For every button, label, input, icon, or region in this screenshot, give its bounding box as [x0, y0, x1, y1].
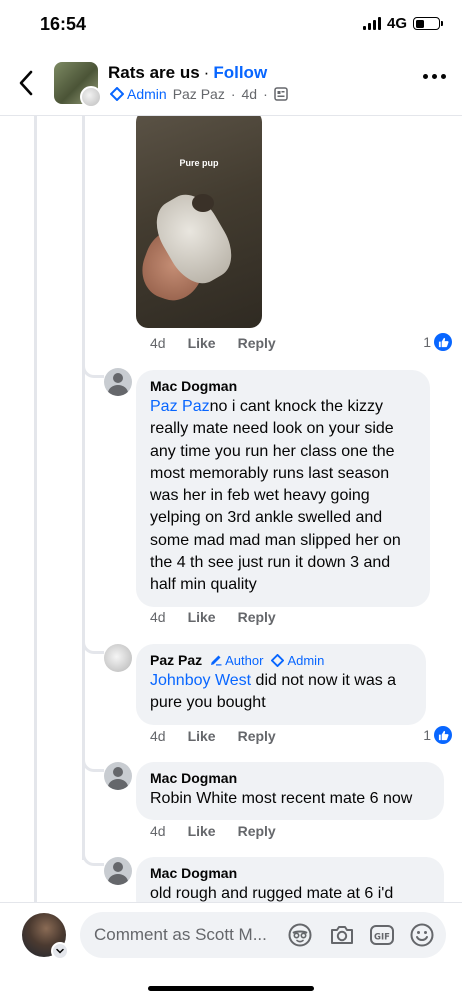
reply-button[interactable]: Reply: [238, 335, 276, 351]
network-label: 4G: [386, 15, 407, 32]
comment-time: 4d: [150, 728, 166, 744]
reply-thread-line: [82, 654, 85, 766]
pencil-icon: [211, 655, 222, 666]
avatar-sticker-icon[interactable]: [286, 921, 314, 949]
like-button[interactable]: Like: [188, 728, 216, 744]
comment-author[interactable]: Mac Dogman: [150, 770, 430, 786]
comment-body: old rough and rugged mate at 6 i'd: [150, 885, 394, 902]
like-reaction-icon: [434, 726, 452, 744]
back-button[interactable]: [14, 68, 40, 98]
post-header: Rats are us · Follow Admin Paz Paz · 4d ·: [0, 50, 462, 116]
comment-thread[interactable]: Pure pup 4d Like Reply 1 Mac Dogman Paz …: [0, 116, 462, 902]
reply-connector: [82, 362, 104, 378]
comment-author[interactable]: Mac Dogman: [150, 865, 430, 881]
poster-name[interactable]: Paz Paz: [173, 86, 225, 102]
reply-button[interactable]: Reply: [238, 609, 276, 625]
group-privacy-icon: [274, 87, 288, 101]
battery-icon: [413, 17, 443, 30]
reply-button[interactable]: Reply: [238, 728, 276, 744]
comment-input[interactable]: Comment as Scott M...: [94, 925, 284, 945]
reply-thread-line: [82, 116, 85, 378]
gif-icon[interactable]: GIF: [368, 921, 396, 949]
current-user-avatar[interactable]: [22, 913, 69, 960]
comment-text: Johnboy West did not now it was a pure y…: [150, 670, 412, 715]
like-reaction-icon: [434, 333, 452, 351]
admin-label: Admin: [127, 86, 167, 102]
admin-badge: Admin: [271, 653, 324, 668]
comment-body: Robin White most recent mate 6 now: [150, 790, 413, 807]
media-caption: Pure pup: [179, 158, 219, 168]
comment-text: Paz Pazno i cant knock the kizzy really …: [150, 396, 416, 597]
more-options-button[interactable]: [423, 74, 446, 79]
comment-actions: 4d Like Reply: [150, 335, 276, 351]
reaction-summary[interactable]: 1: [423, 726, 452, 744]
title-separator: ·: [203, 63, 210, 82]
mention-link[interactable]: Johnboy West: [150, 672, 251, 689]
home-indicator: [148, 986, 314, 991]
comment-body: no i cant knock the kizzy really mate ne…: [150, 398, 401, 594]
like-button[interactable]: Like: [188, 609, 216, 625]
comment-actions: 4d Like Reply: [150, 609, 276, 625]
comment-bubble[interactable]: Paz Paz Author Admin Johnboy West did no…: [136, 644, 426, 725]
author-tag-label: Author: [225, 652, 264, 668]
comment-actions: 4d Like Reply: [150, 823, 276, 839]
comment-author-row: Paz Paz Author Admin: [150, 652, 412, 668]
status-time: 16:54: [40, 14, 87, 34]
comment-composer: Comment as Scott M... GIF: [0, 902, 462, 999]
sub-dot: ·: [230, 86, 236, 102]
post-time: 4d: [241, 86, 258, 102]
like-button[interactable]: Like: [188, 823, 216, 839]
group-name[interactable]: Rats are us: [108, 63, 200, 82]
sub-dot-2: ·: [263, 86, 268, 102]
mention-link[interactable]: Paz Paz: [150, 398, 210, 415]
header-subtitle: Admin Paz Paz · 4d ·: [110, 86, 288, 102]
comment-time: 4d: [150, 823, 166, 839]
like-button[interactable]: Like: [188, 335, 216, 351]
reply-connector: [82, 850, 104, 866]
comment-time: 4d: [150, 335, 166, 351]
comment-author[interactable]: Mac Dogman: [150, 378, 416, 394]
comment-bubble[interactable]: Mac Dogman old rough and rugged mate at …: [136, 857, 444, 902]
comment-box[interactable]: Comment as Scott M... GIF: [80, 912, 446, 958]
emoji-icon[interactable]: [408, 921, 436, 949]
reaction-summary[interactable]: 1: [423, 333, 452, 351]
admin-diamond-icon: [271, 653, 285, 667]
author-badge: Author: [210, 653, 263, 668]
comment-author[interactable]: Paz Paz: [150, 652, 202, 668]
comment-bubble[interactable]: Mac Dogman Paz Pazno i cant knock the ki…: [136, 370, 430, 607]
status-indicators: 4G: [362, 15, 443, 32]
reply-thread-line: [82, 766, 85, 860]
admin-diamond-icon: [110, 87, 124, 101]
comment-actions: 4d Like Reply: [150, 728, 276, 744]
thread-line: [34, 116, 37, 902]
reaction-count: 1: [423, 727, 431, 743]
admin-badge: Admin: [110, 86, 167, 102]
reply-connector: [82, 638, 104, 654]
header-title: Rats are us · Follow: [108, 63, 267, 83]
admin-tag-label: Admin: [287, 652, 325, 668]
comment-bubble[interactable]: Mac Dogman Robin White most recent mate …: [136, 762, 444, 821]
commenter-avatar[interactable]: [104, 762, 132, 790]
back-arrow-icon: [19, 70, 33, 96]
follow-button[interactable]: Follow: [213, 63, 267, 82]
comment-media-image[interactable]: Pure pup: [136, 116, 262, 328]
commenter-avatar[interactable]: [104, 644, 132, 672]
commenter-avatar[interactable]: [104, 368, 132, 396]
reply-thread-line: [82, 378, 85, 654]
commenter-avatar[interactable]: [104, 857, 132, 885]
comment-time: 4d: [150, 609, 166, 625]
reply-connector: [82, 756, 104, 772]
status-bar: 16:54 4G: [0, 0, 462, 50]
poster-mini-avatar: [80, 86, 102, 108]
group-avatar[interactable]: [54, 62, 102, 108]
reaction-count: 1: [423, 334, 431, 350]
signal-icon: [362, 17, 381, 30]
reply-button[interactable]: Reply: [238, 823, 276, 839]
svg-text:GIF: GIF: [374, 933, 390, 943]
chevron-down-icon[interactable]: [51, 942, 69, 960]
camera-icon[interactable]: [328, 921, 356, 949]
